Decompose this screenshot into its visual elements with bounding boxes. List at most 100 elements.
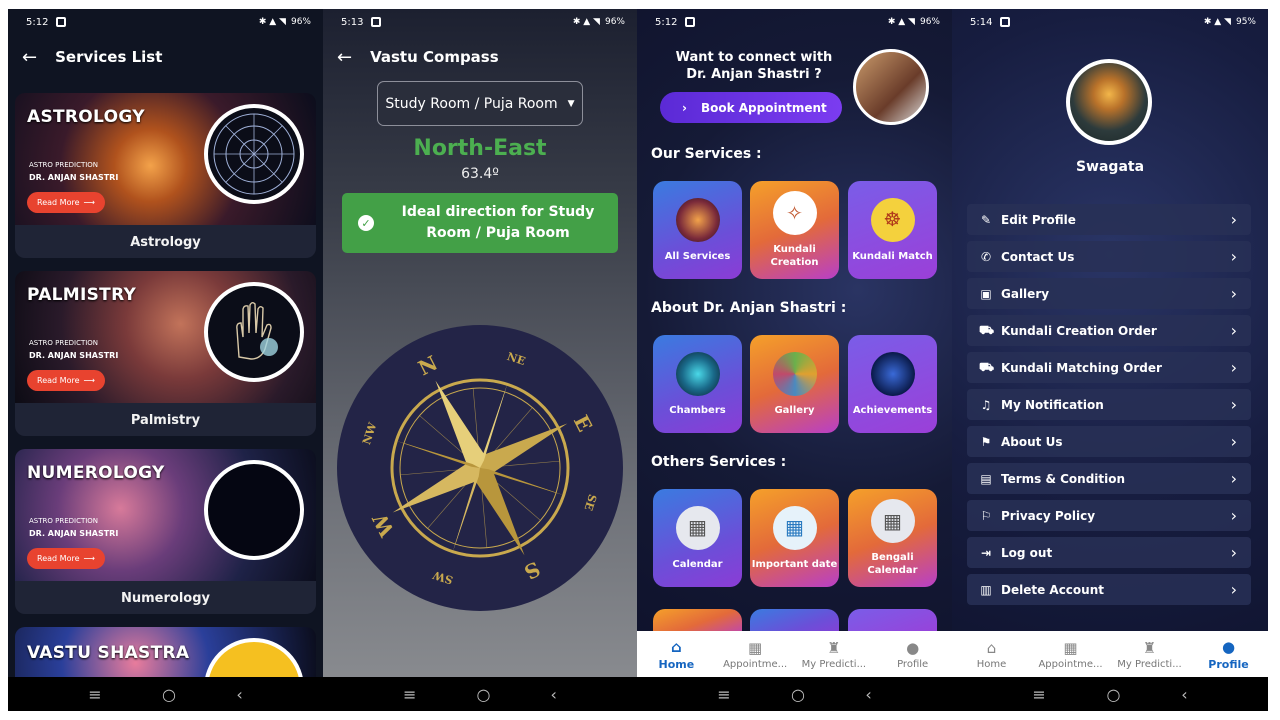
nav-profile[interactable]: ● Profile (875, 639, 951, 670)
service-label: Astrology (130, 235, 201, 250)
bottom-nav: ⌂ Home ▦ Appointme... ♜ My Predicti... ● Pro… (952, 631, 1268, 677)
battery-level: 96% (919, 17, 940, 27)
calendar-icon: ▦ (1063, 638, 1078, 657)
service-banner-subtitle: ASTRO PREDICTION (29, 339, 99, 347)
service-card-palmistry[interactable]: PALMISTRY ASTRO PREDICTION DR. ANJAN SHA… (15, 271, 316, 436)
recent-apps-icon[interactable]: ≡ (1032, 685, 1045, 704)
prediction-icon: ♜ (827, 638, 841, 657)
section-about: About Dr. Anjan Shastri : (651, 300, 847, 316)
signal-icons: ✱ ▲ ◥ (572, 17, 600, 27)
chevron-right-icon: › (1230, 395, 1237, 414)
service-banner-title: ASTROLOGY (27, 107, 145, 127)
menu-gallery[interactable]: ▣ Gallery › (967, 278, 1251, 309)
tile-chambers[interactable]: Chambers (653, 335, 742, 433)
doctor-photo (853, 49, 929, 125)
back-chevron-icon[interactable]: ‹ (236, 685, 242, 704)
home-circle-icon[interactable]: ○ (791, 685, 805, 704)
menu-kundali-creation-order[interactable]: ⛟ Kundali Creation Order › (967, 315, 1251, 346)
menu-about-us[interactable]: ⚑ About Us › (967, 426, 1251, 457)
battery-level: 95% (1235, 17, 1256, 27)
phone-icon: ✆ (980, 249, 992, 264)
recent-apps-icon[interactable]: ≡ (717, 685, 730, 704)
home-icon: ⌂ (671, 637, 682, 656)
back-arrow-icon[interactable]: ← (22, 47, 37, 68)
app-notification-icon (685, 17, 696, 27)
compass-e: E (569, 411, 597, 435)
nav-home[interactable]: ⌂ Home (954, 639, 1030, 670)
direction-label: North-East (413, 136, 547, 161)
service-banner-author: DR. ANJAN SHASTRI (29, 529, 119, 538)
recent-apps-icon[interactable]: ≡ (88, 685, 101, 704)
read-more-button[interactable]: Read More ⟶ (27, 548, 105, 569)
chambers-icon (675, 351, 720, 396)
bell-icon: ♫ (980, 397, 992, 412)
compass-n: N (414, 351, 441, 381)
kundali-chart-icon: ✧ (772, 191, 817, 235)
nav-appointment[interactable]: ▦ Appointme... (1033, 639, 1109, 670)
tile-calendar[interactable]: ▦ Calendar (653, 489, 742, 587)
service-card-numerology[interactable]: NUMEROLOGY ASTRO PREDICTION DR. ANJAN SH… (15, 449, 316, 614)
nav-home[interactable]: ⌂ Home (638, 638, 714, 671)
nav-my-prediction[interactable]: ♜ My Predicti... (1112, 639, 1188, 670)
menu-edit-profile[interactable]: ✎ Edit Profile › (967, 204, 1251, 235)
service-banner-author: DR. ANJAN SHASTRI (29, 351, 119, 360)
bottom-nav: ⌂ Home ▦ Appointme... ♜ My Predicti... ● Pro… (637, 631, 952, 677)
menu-log-out[interactable]: ⇥ Log out › (967, 537, 1251, 568)
nav-appointment[interactable]: ▦ Appointme... (717, 639, 793, 670)
check-circle-icon: ✓ (358, 215, 374, 231)
read-more-button[interactable]: Read More ⟶ (27, 370, 105, 391)
read-more-button[interactable]: Read More ⟶ (27, 192, 105, 213)
nav-my-prediction[interactable]: ♜ My Predicti... (796, 639, 872, 670)
cart-icon: ⛟ (979, 359, 995, 374)
app-notification-icon (56, 17, 67, 27)
system-nav-bar: ≡ ○ ‹ (952, 677, 1268, 711)
compass-sw: SW (431, 568, 455, 587)
tile-achievements[interactable]: Achievements (848, 335, 937, 433)
tile-all-services[interactable]: All Services (653, 181, 742, 279)
menu-kundali-matching-order[interactable]: ⛟ Kundali Matching Order › (967, 352, 1251, 383)
chevron-right-icon: › (1230, 321, 1237, 340)
compass-dial: N S E W NE SE SW NW (337, 325, 623, 611)
room-type-dropdown[interactable]: Study Room / Puja Room ▼ (377, 81, 583, 126)
recent-apps-icon[interactable]: ≡ (403, 685, 416, 704)
avatar[interactable] (1066, 59, 1152, 145)
palm-hand-icon (204, 282, 304, 382)
back-chevron-icon[interactable]: ‹ (865, 685, 871, 704)
tile-gallery[interactable]: Gallery (750, 335, 839, 433)
menu-delete-account[interactable]: ▥ Delete Account › (967, 574, 1251, 605)
zodiac-wheel-icon (204, 104, 304, 204)
tile-important-date[interactable]: ▦ Important date (750, 489, 839, 587)
numerology-icon (204, 460, 304, 560)
arrow-right-icon: ⟶ (83, 198, 95, 207)
home-circle-icon[interactable]: ○ (477, 685, 491, 704)
book-appointment-button[interactable]: › Book Appointment (660, 92, 842, 123)
chevron-right-icon: › (1230, 506, 1237, 525)
service-banner-title: NUMEROLOGY (27, 463, 165, 483)
back-chevron-icon[interactable]: ‹ (551, 685, 557, 704)
menu-terms-condition[interactable]: ▤ Terms & Condition › (967, 463, 1251, 494)
home-circle-icon[interactable]: ○ (162, 685, 176, 704)
back-chevron-icon[interactable]: ‹ (1181, 685, 1187, 704)
calendar-icon: ▦ (675, 505, 720, 550)
tile-bengali-calendar[interactable]: ▦ Bengali Calendar (848, 489, 937, 587)
message-icon: ▤ (980, 471, 992, 486)
tile-kundali-creation[interactable]: ✧ Kundali Creation (750, 181, 839, 279)
nav-profile[interactable]: ● Profile (1191, 638, 1267, 671)
section-others: Others Services : (651, 454, 787, 470)
all-services-icon (675, 197, 720, 242)
service-card-astrology[interactable]: ASTROLOGY ASTRO PREDICTION DR. ANJAN SHA… (15, 93, 316, 258)
signal-icons: ✱ ▲ ◥ (1203, 17, 1231, 27)
app-bar: ← Services List (8, 37, 323, 77)
back-arrow-icon[interactable]: ← (337, 47, 352, 68)
profile-screen: 5:14 ✱ ▲ ◥ 95% Swagata ✎ Edit Profile › ✆ Co… (952, 9, 1268, 711)
menu-privacy-policy[interactable]: ⚐ Privacy Policy › (967, 500, 1251, 531)
menu-contact-us[interactable]: ✆ Contact Us › (967, 241, 1251, 272)
tile-kundali-match[interactable]: ☸ Kundali Match (848, 181, 937, 279)
menu-my-notification[interactable]: ♫ My Notification › (967, 389, 1251, 420)
status-time: 5:14 (970, 16, 993, 28)
chevron-right-icon: › (1230, 469, 1237, 488)
cart-icon: ⛟ (979, 322, 995, 337)
home-circle-icon[interactable]: ○ (1107, 685, 1121, 704)
compass-ne: NE (505, 350, 527, 368)
service-banner-subtitle: ASTRO PREDICTION (29, 161, 99, 169)
